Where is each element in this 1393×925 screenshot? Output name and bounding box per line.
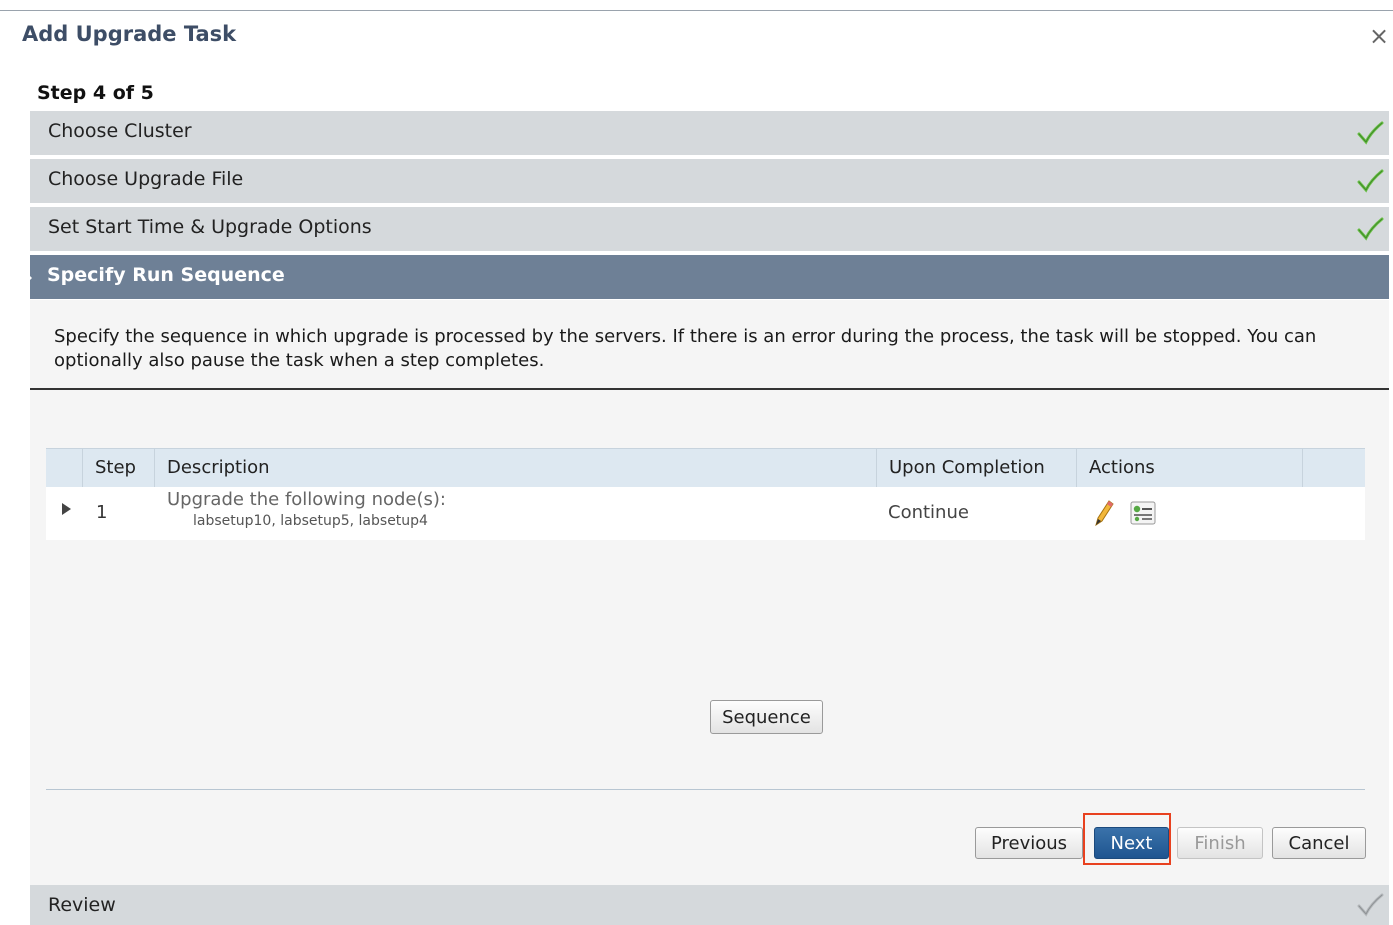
wizard-step-label: Review	[48, 894, 116, 916]
check-icon	[1357, 169, 1384, 193]
row-description: Upgrade the following node(s):	[167, 489, 446, 510]
sequence-button[interactable]: Sequence	[710, 700, 823, 734]
wizard-step-label: Choose Upgrade File	[48, 168, 244, 190]
wizard-step-specify-run-sequence[interactable]: Specify Run Sequence	[26, 255, 1389, 299]
wizard-step-label: Set Start Time & Upgrade Options	[48, 216, 372, 238]
step-indicator: Step 4 of 5	[37, 82, 154, 104]
close-icon[interactable]: ×	[1367, 22, 1391, 50]
wizard-step-set-start-time[interactable]: Set Start Time & Upgrade Options	[30, 207, 1389, 251]
pencil-icon[interactable]	[1092, 499, 1114, 527]
wizard-step-choose-cluster[interactable]: Choose Cluster	[30, 111, 1389, 155]
row-upon-completion: Continue	[888, 502, 969, 523]
column-header-actions[interactable]: Actions	[1076, 449, 1302, 487]
cancel-button[interactable]: Cancel	[1272, 827, 1366, 859]
expand-row-icon[interactable]	[62, 503, 71, 515]
properties-icon[interactable]	[1130, 501, 1156, 525]
check-icon	[1357, 893, 1384, 917]
finish-button: Finish	[1177, 827, 1263, 859]
table-header: Step Description Upon Completion Actions	[46, 448, 1365, 487]
column-header-step[interactable]: Step	[82, 449, 154, 487]
check-icon	[1357, 121, 1384, 145]
column-header-description[interactable]: Description	[154, 449, 876, 487]
dialog-title: Add Upgrade Task	[22, 22, 237, 46]
step-description: Specify the sequence in which upgrade is…	[54, 326, 1317, 371]
sequence-table: Step Description Upon Completion Actions…	[46, 448, 1365, 540]
row-node-list: labsetup10, labsetup5, labsetup4	[193, 513, 428, 529]
check-icon	[1357, 217, 1384, 241]
row-step-number: 1	[96, 502, 108, 523]
column-header-filler	[1302, 449, 1365, 487]
step-content-panel: Specify the sequence in which upgrade is…	[30, 300, 1389, 885]
divider	[30, 388, 1389, 390]
wizard-step-label: Choose Cluster	[48, 120, 192, 142]
wizard-step-choose-upgrade-file[interactable]: Choose Upgrade File	[30, 159, 1389, 203]
wizard-step-label: Specify Run Sequence	[47, 264, 285, 286]
expander-column-header	[46, 449, 82, 487]
dialog-top-border	[0, 10, 1393, 11]
table-row[interactable]: 1 Upgrade the following node(s): labsetu…	[46, 487, 1365, 540]
wizard-step-review[interactable]: Review	[30, 885, 1389, 925]
previous-button[interactable]: Previous	[975, 827, 1083, 859]
column-header-upon-completion[interactable]: Upon Completion	[876, 449, 1076, 487]
active-step-arrow-icon	[26, 272, 32, 284]
next-button-highlight	[1083, 813, 1171, 865]
footer-divider	[46, 789, 1365, 790]
